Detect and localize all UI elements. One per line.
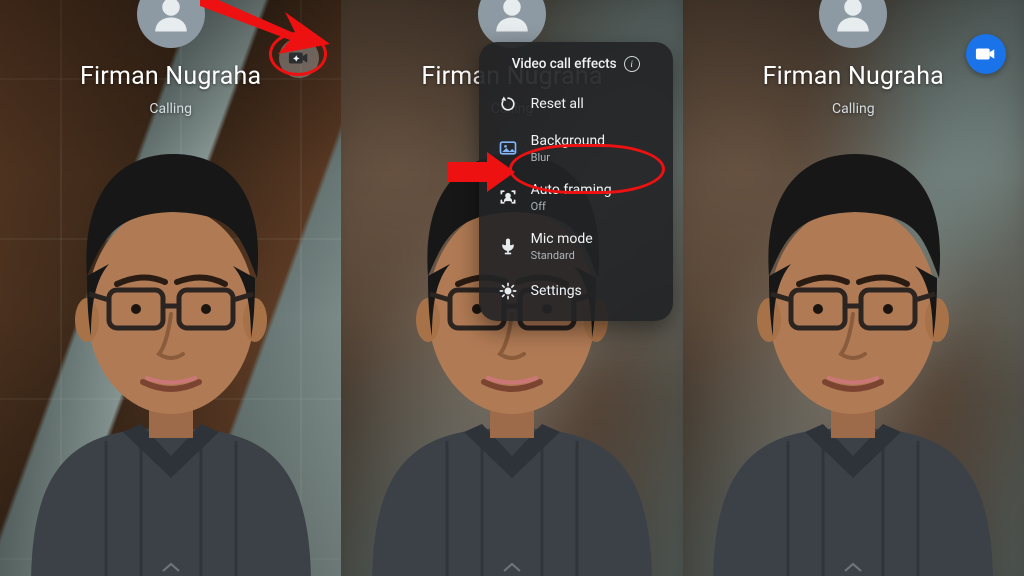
video-effects-panel-title: Video call effects i xyxy=(485,54,667,84)
settings-label: Settings xyxy=(531,283,582,300)
screenshot-step-1: Firman Nugraha Calling xyxy=(0,0,341,576)
video-effects-icon xyxy=(288,47,310,69)
settings-option[interactable]: Settings xyxy=(485,271,667,311)
contact-avatar xyxy=(137,0,205,48)
call-status: Calling xyxy=(832,101,875,117)
nav-indicator xyxy=(159,560,183,574)
nav-indicator xyxy=(841,560,865,574)
person-icon xyxy=(491,0,533,35)
auto-framing-icon xyxy=(497,186,519,208)
gear-icon xyxy=(497,280,519,302)
contact-avatar xyxy=(819,0,887,48)
video-effects-button[interactable] xyxy=(966,34,1006,74)
reset-icon xyxy=(497,93,519,115)
background-option[interactable]: Background Blur xyxy=(485,124,667,173)
image-icon xyxy=(497,137,519,159)
auto-framing-value: Off xyxy=(531,200,612,213)
background-value: Blur xyxy=(531,151,605,164)
mic-mode-option[interactable]: Mic mode Standard xyxy=(485,222,667,271)
nav-indicator xyxy=(500,560,524,574)
contact-name: Firman Nugraha xyxy=(80,62,261,91)
screenshot-step-3: Firman Nugraha Calling xyxy=(683,0,1024,576)
reset-all-option[interactable]: Reset all xyxy=(485,84,667,124)
background-label: Background xyxy=(531,133,605,150)
reset-all-label: Reset all xyxy=(531,96,584,113)
contact-avatar xyxy=(478,0,546,48)
mic-mode-value: Standard xyxy=(531,249,593,262)
info-icon[interactable]: i xyxy=(624,56,640,72)
person-icon xyxy=(150,0,192,35)
video-effects-panel-title-text: Video call effects xyxy=(512,56,617,72)
video-effects-panel: Video call effects i Reset all Backgroun… xyxy=(479,42,673,321)
auto-framing-label: Auto framing xyxy=(531,182,612,199)
video-effects-icon xyxy=(975,43,997,65)
auto-framing-option[interactable]: Auto framing Off xyxy=(485,173,667,222)
call-status: Calling xyxy=(149,101,192,117)
screenshot-step-2: Firman Nugraha Calling Video call effect… xyxy=(341,0,682,576)
tutorial-three-panel: Firman Nugraha Calling Firman Nugraha xyxy=(0,0,1024,576)
contact-name: Firman Nugraha xyxy=(763,62,944,91)
person-icon xyxy=(832,0,874,35)
mic-mode-label: Mic mode xyxy=(531,231,593,248)
mic-icon xyxy=(497,235,519,257)
